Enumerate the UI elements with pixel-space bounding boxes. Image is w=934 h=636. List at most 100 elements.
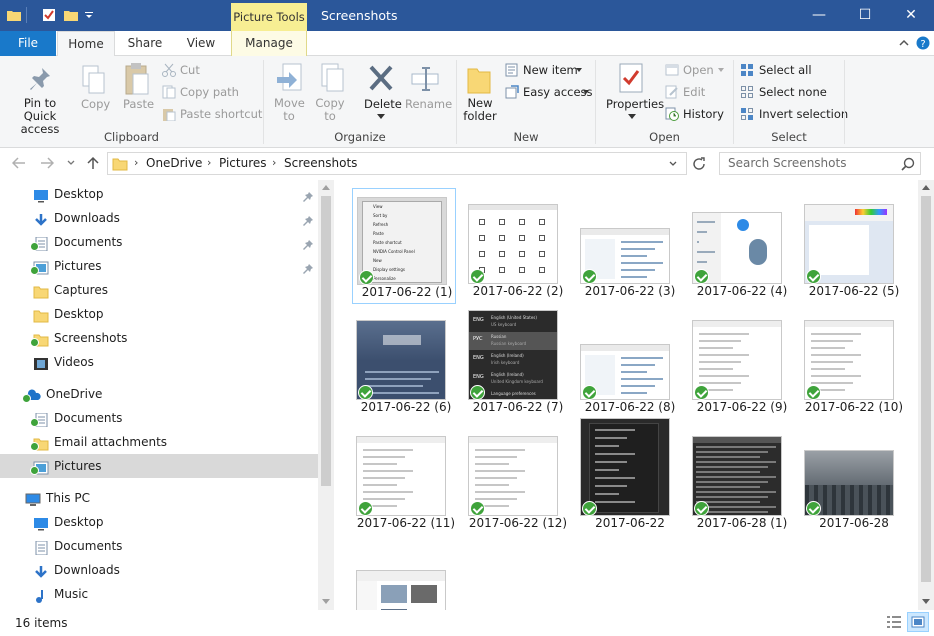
delete-button[interactable]: Delete [364, 97, 402, 111]
history-button[interactable]: History [683, 107, 724, 121]
file-item[interactable]: 2017-06-22 (12) [468, 418, 568, 534]
address-bar[interactable]: › OneDrive › Pictures › Screenshots [107, 152, 687, 175]
file-item[interactable]: 2017-06-28 (1) [692, 418, 792, 534]
file-item[interactable]: 2017-06-22 (11) [356, 418, 456, 534]
file-item[interactable]: 2017-06-22 (9) [692, 302, 792, 418]
file-item[interactable]: 2017-06-22 (2) [468, 186, 568, 302]
nav-scrollbar[interactable] [318, 180, 334, 610]
address-dropdown-icon[interactable] [669, 161, 677, 167]
file-item[interactable]: 2017-06-22 (6) [356, 302, 456, 418]
file-item[interactable]: 2017-06-22 (4) [692, 186, 792, 302]
edit-button[interactable]: Edit [683, 85, 705, 99]
nav-item-this-pc[interactable]: This PC [0, 486, 318, 510]
nav-item-pictures[interactable]: Pictures [0, 254, 318, 278]
nav-item-desktop[interactable]: Desktop [0, 182, 318, 206]
nav-item-label: OneDrive [46, 387, 103, 401]
nav-item-this-pc-downloads[interactable]: Downloads [0, 558, 318, 582]
delete-dropdown-icon[interactable] [377, 114, 385, 119]
tab-file[interactable]: File [0, 31, 56, 56]
thumb-text: English (United States) [491, 315, 537, 320]
nav-item-captures[interactable]: Captures [0, 278, 318, 302]
copy-button[interactable]: Copy [81, 97, 110, 111]
forward-arrow-icon[interactable] [40, 157, 54, 169]
file-item[interactable]: 2017-06-28 (4) [356, 534, 456, 610]
search-box[interactable]: Search Screenshots [719, 152, 921, 175]
nav-item-this-pc-music[interactable]: Music [0, 582, 318, 606]
file-item[interactable]: View Sort by Refresh Paste Paste shortcut NVI… [352, 188, 456, 304]
scroll-down-icon[interactable] [922, 599, 930, 604]
content-scroll-thumb[interactable] [921, 196, 931, 582]
rename-button[interactable]: Rename [405, 97, 452, 111]
nav-item-documents[interactable]: Documents [0, 230, 318, 254]
tab-share[interactable]: Share [118, 31, 172, 56]
new-folder-qat-icon[interactable] [64, 8, 78, 22]
file-item[interactable]: ENG English (United States) US keyboard РУС… [468, 302, 568, 418]
breadcrumb-screenshots[interactable]: Screenshots [284, 156, 357, 170]
minimize-button[interactable]: — [796, 0, 842, 31]
back-arrow-icon[interactable] [12, 157, 26, 169]
search-input[interactable]: Search Screenshots [728, 156, 846, 170]
content-scrollbar[interactable] [918, 180, 934, 610]
tab-home[interactable]: Home [57, 31, 115, 57]
move-to-button[interactable]: Move to [274, 97, 305, 123]
nav-item-desktop[interactable]: Desktop [0, 302, 318, 326]
breadcrumb-onedrive[interactable]: OneDrive [146, 156, 202, 170]
invert-selection-icon [741, 108, 753, 120]
nav-item-screenshots[interactable]: Screenshots [0, 326, 318, 350]
recent-locations-icon[interactable] [67, 160, 75, 166]
nav-scroll-thumb[interactable] [321, 196, 331, 486]
collapse-ribbon-icon[interactable] [899, 39, 909, 47]
new-item-dropdown-icon[interactable] [576, 68, 582, 72]
invert-selection-button[interactable]: Invert selection [759, 107, 848, 121]
nav-item-this-pc-desktop[interactable]: Desktop [0, 510, 318, 534]
select-none-icon [741, 86, 753, 98]
refresh-icon[interactable] [692, 157, 706, 171]
file-item[interactable]: 2017-06-22 (5) [804, 186, 904, 302]
nav-item-downloads[interactable]: Downloads [0, 206, 318, 230]
file-item[interactable]: 2017-06-22 (8) [580, 302, 680, 418]
file-item[interactable]: 2017-06-28 [804, 418, 904, 534]
properties-dropdown-icon[interactable] [628, 114, 636, 119]
paste-shortcut-button[interactable]: Paste shortcut [180, 107, 262, 121]
help-icon[interactable]: ? [916, 36, 930, 50]
file-item[interactable]: 2017-06-22 (3) [580, 186, 680, 302]
thumb-text: New [373, 258, 382, 263]
select-all-button[interactable]: Select all [759, 63, 812, 77]
nav-item-onedrive-email-attachments[interactable]: Email attachments [0, 430, 318, 454]
nav-item-onedrive[interactable]: OneDrive [0, 382, 318, 406]
details-view-icon[interactable] [886, 615, 902, 629]
nav-item-onedrive-documents[interactable]: Documents [0, 406, 318, 430]
maximize-button[interactable]: ☐ [842, 0, 888, 31]
large-icons-view-button[interactable] [907, 612, 929, 632]
paste-button[interactable]: Paste [123, 97, 154, 111]
up-arrow-icon[interactable] [87, 156, 99, 170]
qat-dropdown-icon[interactable] [84, 8, 94, 22]
search-icon[interactable] [901, 157, 915, 171]
properties-qat-icon[interactable] [42, 8, 56, 22]
breadcrumb-pictures[interactable]: Pictures [219, 156, 267, 170]
cut-button[interactable]: Cut [180, 63, 200, 77]
sync-status-icon [30, 242, 39, 251]
file-name: 2017-06-22 (9) [696, 400, 788, 414]
file-item[interactable]: 2017-06-22 (10) [804, 302, 904, 418]
scroll-up-icon[interactable] [322, 185, 330, 190]
nav-item-videos[interactable]: Videos [0, 350, 318, 374]
close-button[interactable]: ✕ [888, 0, 934, 31]
file-item[interactable]: 2017-06-22 [580, 418, 680, 534]
tab-view[interactable]: View [174, 31, 228, 56]
properties-button[interactable]: Properties [606, 97, 664, 111]
open-dropdown-icon[interactable] [718, 68, 724, 72]
tab-manage[interactable]: Manage [231, 31, 307, 56]
scroll-down-icon[interactable] [322, 599, 330, 604]
copy-to-button[interactable]: Copy to [315, 97, 345, 123]
select-none-button[interactable]: Select none [759, 85, 827, 99]
copy-path-button[interactable]: Copy path [180, 85, 239, 99]
new-folder-button[interactable]: New folder [461, 97, 499, 123]
new-item-button[interactable]: New item [523, 63, 578, 77]
nav-item-this-pc-documents[interactable]: Documents [0, 534, 318, 558]
nav-item-onedrive-pictures[interactable]: Pictures [0, 454, 318, 478]
open-button[interactable]: Open [683, 63, 714, 77]
folder-icon[interactable] [7, 8, 21, 22]
scroll-up-icon[interactable] [922, 185, 930, 190]
easy-access-dropdown-icon[interactable] [583, 90, 589, 94]
